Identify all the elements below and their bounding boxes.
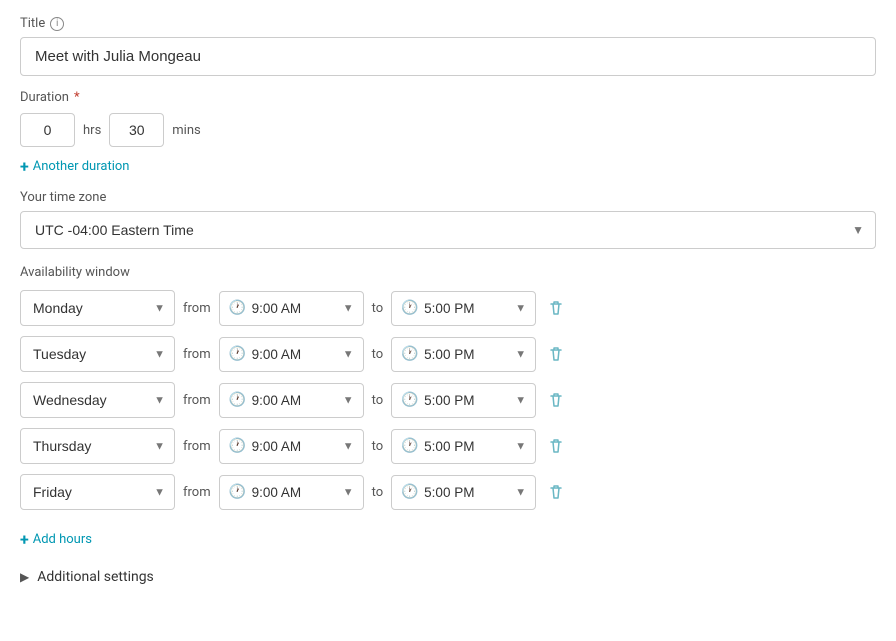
timezone-select-wrapper: UTC -04:00 Eastern Time UTC -05:00 Centr…: [20, 211, 876, 249]
day-select-wrapper: MondayTuesdayWednesdayThursdayFridaySatu…: [20, 382, 175, 418]
from-time-select[interactable]: 12:00 AM12:30 AM1:00 AM1:30 AM2:00 AM2:3…: [219, 429, 364, 464]
to-label: to: [372, 347, 384, 362]
day-select[interactable]: MondayTuesdayWednesdayThursdayFridaySatu…: [20, 290, 175, 326]
title-section: Title i: [20, 16, 876, 76]
title-info-icon[interactable]: i: [50, 17, 64, 31]
another-duration-plus: +: [20, 157, 29, 176]
to-time-wrapper: 🕐12:00 AM12:30 AM1:00 AM1:30 AM2:00 AM2:…: [391, 429, 536, 464]
to-time-select[interactable]: 12:00 AM12:30 AM1:00 AM1:30 AM2:00 AM2:3…: [391, 291, 536, 326]
avail-row: MondayTuesdayWednesdayThursdayFridaySatu…: [20, 474, 876, 510]
to-time-wrapper: 🕐12:00 AM12:30 AM1:00 AM1:30 AM2:00 AM2:…: [391, 337, 536, 372]
from-label: from: [183, 485, 211, 500]
duration-required: *: [74, 90, 80, 105]
avail-row: MondayTuesdayWednesdayThursdayFridaySatu…: [20, 428, 876, 464]
delete-row-button[interactable]: [544, 479, 568, 505]
additional-settings-label: Additional settings: [37, 569, 154, 585]
day-select-wrapper: MondayTuesdayWednesdayThursdayFridaySatu…: [20, 428, 175, 464]
duration-mins-input[interactable]: [109, 113, 164, 147]
hrs-label: hrs: [83, 123, 101, 138]
add-hours-plus: +: [20, 530, 29, 549]
from-time-select[interactable]: 12:00 AM12:30 AM1:00 AM1:30 AM2:00 AM2:3…: [219, 337, 364, 372]
to-label: to: [372, 301, 384, 316]
from-label: from: [183, 347, 211, 362]
to-time-select[interactable]: 12:00 AM12:30 AM1:00 AM1:30 AM2:00 AM2:3…: [391, 383, 536, 418]
to-time-wrapper: 🕐12:00 AM12:30 AM1:00 AM1:30 AM2:00 AM2:…: [391, 383, 536, 418]
day-select[interactable]: MondayTuesdayWednesdayThursdayFridaySatu…: [20, 428, 175, 464]
availability-section: Availability window MondayTuesdayWednesd…: [20, 265, 876, 549]
another-duration-text: Another duration: [33, 159, 130, 174]
day-select-wrapper: MondayTuesdayWednesdayThursdayFridaySatu…: [20, 290, 175, 326]
from-time-wrapper: 🕐12:00 AM12:30 AM1:00 AM1:30 AM2:00 AM2:…: [219, 475, 364, 510]
day-select[interactable]: MondayTuesdayWednesdayThursdayFridaySatu…: [20, 382, 175, 418]
to-time-wrapper: 🕐12:00 AM12:30 AM1:00 AM1:30 AM2:00 AM2:…: [391, 291, 536, 326]
another-duration-link[interactable]: + Another duration: [20, 157, 129, 176]
from-label: from: [183, 393, 211, 408]
from-time-select[interactable]: 12:00 AM12:30 AM1:00 AM1:30 AM2:00 AM2:3…: [219, 383, 364, 418]
availability-label-text: Availability window: [20, 265, 130, 280]
from-time-wrapper: 🕐12:00 AM12:30 AM1:00 AM1:30 AM2:00 AM2:…: [219, 429, 364, 464]
avail-row: MondayTuesdayWednesdayThursdayFridaySatu…: [20, 336, 876, 372]
timezone-label-text: Your time zone: [20, 190, 106, 205]
duration-label: Duration *: [20, 90, 876, 105]
to-time-select[interactable]: 12:00 AM12:30 AM1:00 AM1:30 AM2:00 AM2:3…: [391, 337, 536, 372]
from-label: from: [183, 439, 211, 454]
day-select-wrapper: MondayTuesdayWednesdayThursdayFridaySatu…: [20, 474, 175, 510]
from-label: from: [183, 301, 211, 316]
from-time-wrapper: 🕐12:00 AM12:30 AM1:00 AM1:30 AM2:00 AM2:…: [219, 291, 364, 326]
to-label: to: [372, 439, 384, 454]
title-label: Title i: [20, 16, 876, 31]
delete-row-button[interactable]: [544, 433, 568, 459]
delete-row-button[interactable]: [544, 387, 568, 413]
timezone-label: Your time zone: [20, 190, 876, 205]
from-time-select[interactable]: 12:00 AM12:30 AM1:00 AM1:30 AM2:00 AM2:3…: [219, 475, 364, 510]
duration-section: Duration * hrs mins + Another duration: [20, 90, 876, 176]
to-time-select[interactable]: 12:00 AM12:30 AM1:00 AM1:30 AM2:00 AM2:3…: [391, 429, 536, 464]
title-label-text: Title: [20, 16, 45, 31]
to-time-select[interactable]: 12:00 AM12:30 AM1:00 AM1:30 AM2:00 AM2:3…: [391, 475, 536, 510]
add-hours-text: Add hours: [33, 532, 92, 547]
availability-rows: MondayTuesdayWednesdayThursdayFridaySatu…: [20, 290, 876, 510]
timezone-section: Your time zone UTC -04:00 Eastern Time U…: [20, 190, 876, 249]
delete-row-button[interactable]: [544, 341, 568, 367]
additional-settings-chevron-icon: ▶: [20, 570, 29, 584]
day-select[interactable]: MondayTuesdayWednesdayThursdayFridaySatu…: [20, 474, 175, 510]
avail-row: MondayTuesdayWednesdayThursdayFridaySatu…: [20, 290, 876, 326]
from-time-wrapper: 🕐12:00 AM12:30 AM1:00 AM1:30 AM2:00 AM2:…: [219, 383, 364, 418]
to-label: to: [372, 485, 384, 500]
from-time-select[interactable]: 12:00 AM12:30 AM1:00 AM1:30 AM2:00 AM2:3…: [219, 291, 364, 326]
add-hours-link[interactable]: + Add hours: [20, 530, 92, 549]
to-time-wrapper: 🕐12:00 AM12:30 AM1:00 AM1:30 AM2:00 AM2:…: [391, 475, 536, 510]
mins-label: mins: [172, 123, 200, 138]
to-label: to: [372, 393, 384, 408]
duration-row: hrs mins: [20, 113, 876, 147]
duration-hrs-input[interactable]: [20, 113, 75, 147]
avail-row: MondayTuesdayWednesdayThursdayFridaySatu…: [20, 382, 876, 418]
additional-settings[interactable]: ▶ Additional settings: [20, 569, 876, 585]
duration-label-text: Duration: [20, 90, 69, 105]
day-select[interactable]: MondayTuesdayWednesdayThursdayFridaySatu…: [20, 336, 175, 372]
title-input[interactable]: [20, 37, 876, 76]
from-time-wrapper: 🕐12:00 AM12:30 AM1:00 AM1:30 AM2:00 AM2:…: [219, 337, 364, 372]
availability-label: Availability window: [20, 265, 876, 280]
timezone-select[interactable]: UTC -04:00 Eastern Time UTC -05:00 Centr…: [20, 211, 876, 249]
delete-row-button[interactable]: [544, 295, 568, 321]
day-select-wrapper: MondayTuesdayWednesdayThursdayFridaySatu…: [20, 336, 175, 372]
